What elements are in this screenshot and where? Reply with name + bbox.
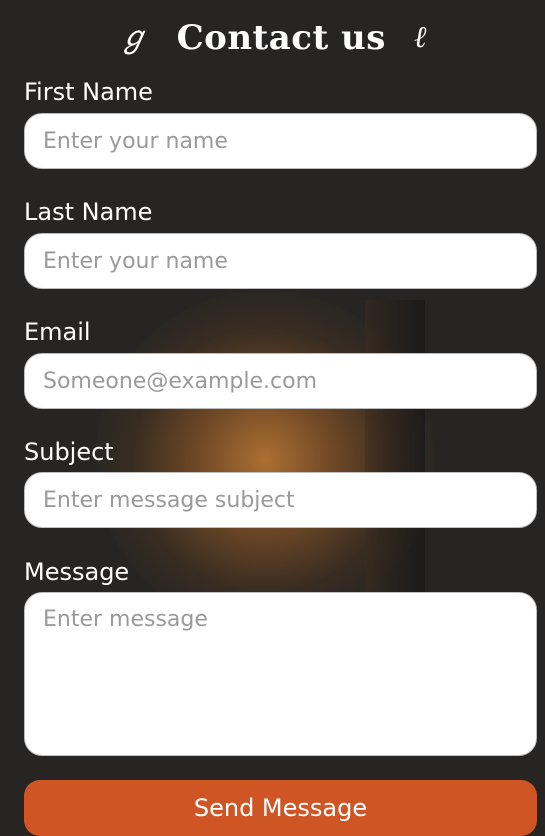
subject-field[interactable]: Enter message subject xyxy=(24,472,537,528)
ornament-right-icon: ℓ xyxy=(413,20,427,55)
last-name-placeholder: Enter your name xyxy=(43,248,228,274)
background-panel xyxy=(365,300,425,600)
page-title: Contact us xyxy=(176,18,386,58)
send-message-button[interactable]: Send Message xyxy=(24,780,537,836)
email-label: Email xyxy=(24,318,91,346)
header: ℊ Contact us ℓ xyxy=(0,8,545,68)
message-label: Message xyxy=(24,558,130,586)
last-name-field[interactable]: Enter your name xyxy=(24,233,537,289)
ornament-left-icon: ℊ xyxy=(118,20,149,55)
message-placeholder: Enter message xyxy=(43,607,208,632)
email-placeholder: Someone@example.com xyxy=(43,368,318,394)
last-name-label: Last Name xyxy=(24,198,153,226)
first-name-label: First Name xyxy=(24,78,153,106)
first-name-field[interactable]: Enter your name xyxy=(24,113,537,169)
subject-label: Subject xyxy=(24,438,114,466)
first-name-placeholder: Enter your name xyxy=(43,128,228,154)
message-field[interactable]: Enter message xyxy=(24,592,537,756)
subject-placeholder: Enter message subject xyxy=(43,487,295,513)
email-field[interactable]: Someone@example.com xyxy=(24,353,537,409)
